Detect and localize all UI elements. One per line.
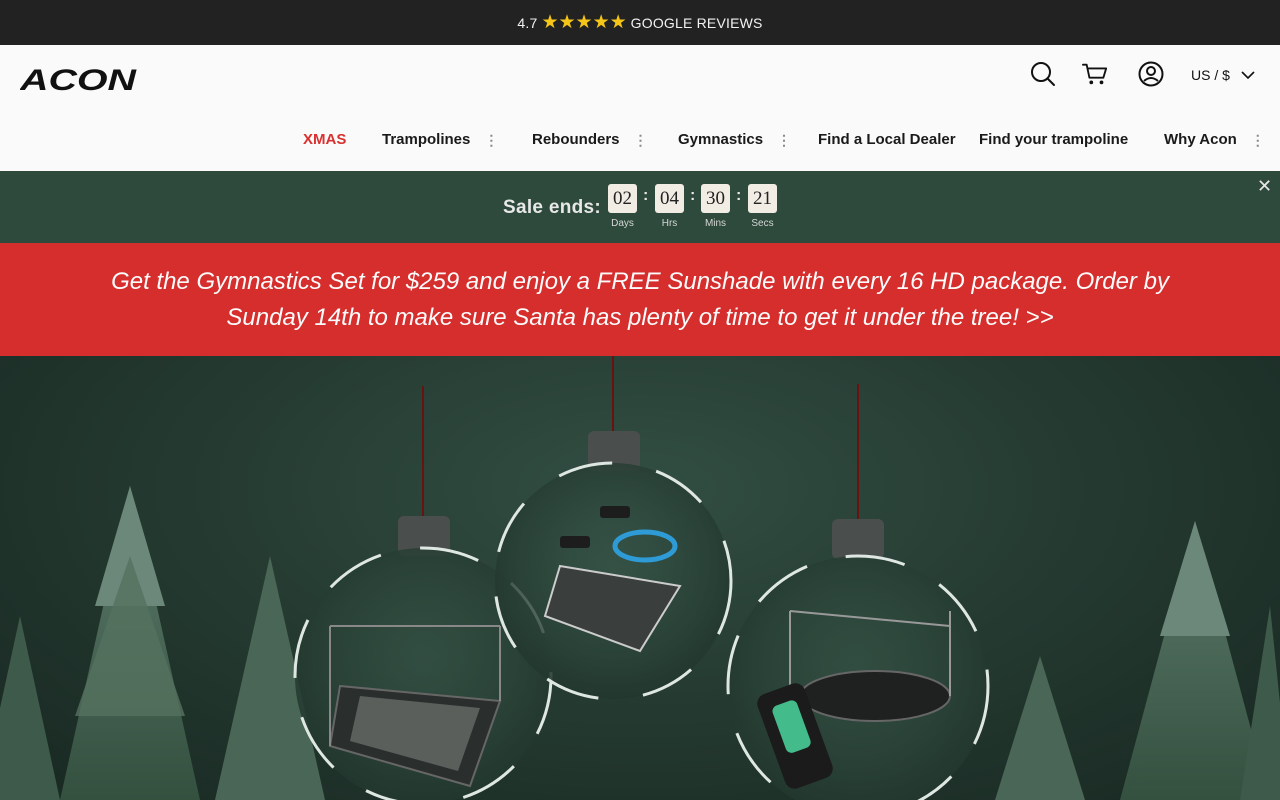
countdown-value: 02: [608, 184, 637, 213]
rating-value: 4.7: [517, 14, 538, 31]
more-menu-icon[interactable]: ⋮: [634, 133, 648, 147]
sale-ends-label: Sale ends:: [503, 197, 602, 218]
countdown-value: 21: [748, 184, 777, 213]
currency-selector[interactable]: US / $: [1191, 67, 1255, 83]
star-rating-icon: ★★★★★: [541, 12, 627, 33]
svg-text:ACON: ACON: [20, 65, 138, 93]
hero-illustration: [0, 356, 1280, 800]
nav-item-xmas[interactable]: XMAS: [303, 131, 346, 148]
promo-text: Get the Gymnastics Set for $259 and enjo…: [111, 267, 1169, 331]
tree-right-icon: [995, 521, 1280, 800]
reviews-bar[interactable]: 4.7 ★★★★★ GOOGLE REVIEWS: [0, 0, 1280, 45]
nav-item-label: Gymnastics: [678, 131, 764, 148]
reviews-label: GOOGLE REVIEWS: [630, 14, 763, 31]
countdown-seconds: 21 Secs: [748, 184, 777, 229]
nav-item-why-acon[interactable]: Why Acon ⋮: [1164, 131, 1265, 148]
ornament-round-trampoline-icon: [726, 519, 990, 800]
more-menu-icon[interactable]: ⋮: [777, 133, 791, 147]
countdown-caption: Days: [611, 218, 634, 229]
nav-item-label: Rebounders: [532, 131, 620, 148]
nav-item-label: XMAS: [303, 131, 347, 148]
close-icon[interactable]: ✕: [1257, 176, 1272, 197]
countdown-value: 30: [701, 184, 730, 213]
nav-item-find-dealer[interactable]: Find a Local Dealer: [818, 131, 956, 148]
hero-christmas-image[interactable]: [0, 356, 1280, 800]
more-menu-icon[interactable]: ⋮: [1251, 133, 1265, 147]
more-menu-icon[interactable]: ⋮: [484, 133, 498, 147]
sale-countdown-bar: Sale ends: 02 Days : 04 Hrs : 30 Mins : …: [0, 171, 1280, 243]
tree-left-icon: [0, 486, 325, 800]
nav-item-label: Why Acon: [1164, 131, 1237, 148]
nav-item-trampolines[interactable]: Trampolines ⋮: [382, 131, 498, 148]
nav-item-label: Find a Local Dealer: [818, 131, 956, 148]
countdown-separator: :: [736, 187, 742, 204]
acon-logo[interactable]: ACON: [19, 64, 138, 97]
chevron-down-icon: [1241, 70, 1255, 79]
countdown-caption: Mins: [704, 218, 727, 229]
countdown-caption: Secs: [751, 218, 774, 229]
nav-item-label: Trampolines: [382, 131, 471, 148]
account-icon[interactable]: [1138, 61, 1164, 87]
promo-banner[interactable]: Get the Gymnastics Set for $259 and enjo…: [0, 243, 1280, 356]
site-header: ACON US / $ XMAS Trampolines ⋮ Rebounder…: [0, 45, 1280, 171]
nav-item-label: Find your trampoline: [979, 131, 1129, 148]
countdown-hours: 04 Hrs: [655, 184, 684, 229]
countdown-separator: :: [643, 187, 649, 204]
ornament-rebounder-icon: [493, 431, 733, 701]
currency-label: US / $: [1191, 67, 1230, 83]
nav-item-find-trampoline[interactable]: Find your trampoline: [979, 131, 1128, 148]
countdown-caption: Hrs: [661, 218, 678, 229]
nav-item-gymnastics[interactable]: Gymnastics ⋮: [678, 131, 791, 148]
countdown-days: 02 Days: [608, 184, 637, 229]
search-icon[interactable]: [1030, 61, 1056, 87]
countdown-value: 04: [655, 184, 684, 213]
acon-logo-icon: ACON: [19, 64, 138, 97]
countdown-separator: :: [690, 187, 696, 204]
nav-item-rebounders[interactable]: Rebounders ⋮: [532, 131, 648, 148]
main-nav: XMAS Trampolines ⋮ Rebounders ⋮ Gymnasti…: [0, 128, 1280, 154]
countdown-minutes: 30 Mins: [701, 184, 730, 229]
cart-icon[interactable]: [1082, 61, 1108, 87]
